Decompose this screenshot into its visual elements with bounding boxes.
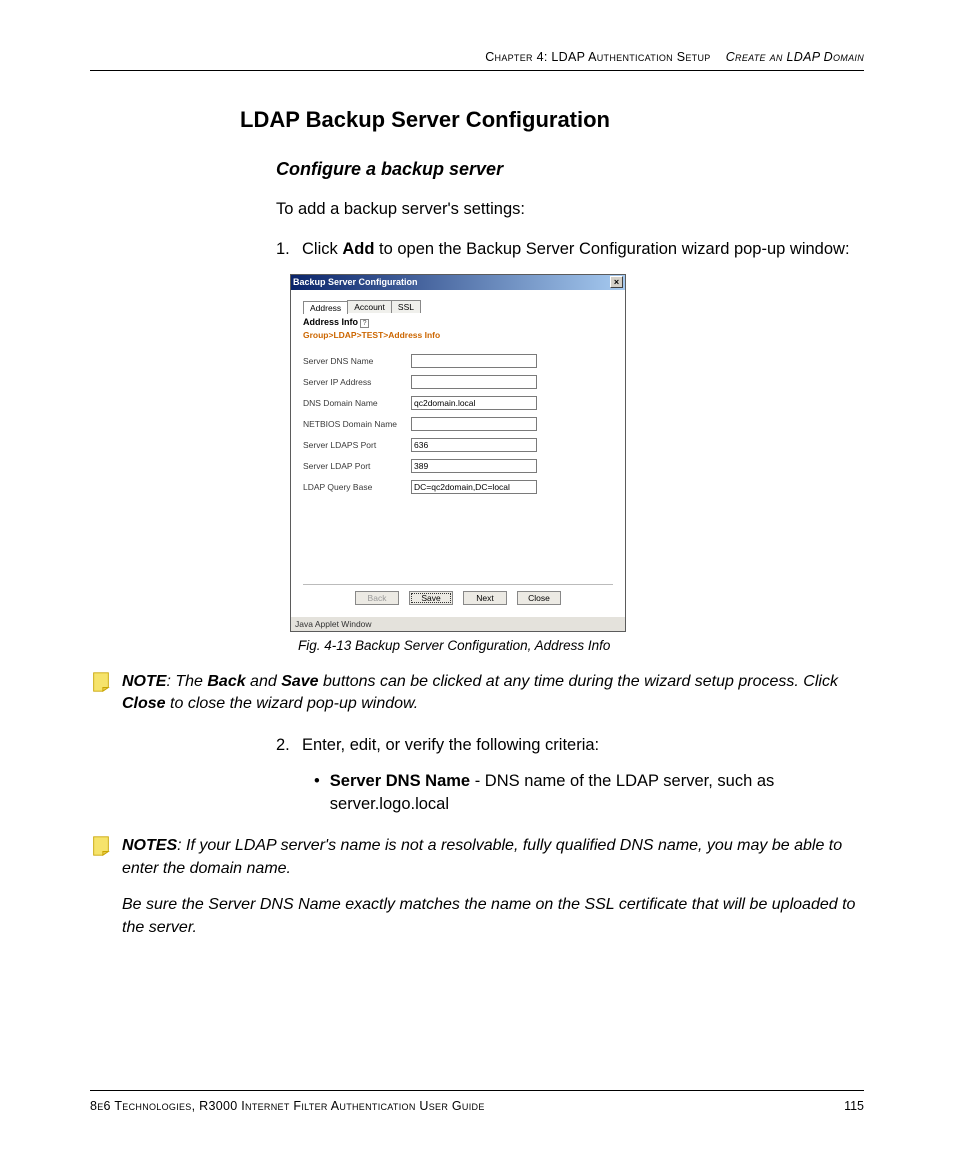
input-server-ip[interactable] xyxy=(411,375,537,389)
dialog-tabs: Address Account SSL xyxy=(303,300,613,313)
dialog-title: Backup Server Configuration xyxy=(293,277,418,287)
section-label: Address Info xyxy=(303,317,358,327)
breadcrumb: Group>LDAP>TEST>Address Info xyxy=(303,330,613,340)
bullet-server-dns: • Server DNS Name - DNS name of the LDAP… xyxy=(314,770,864,818)
step-1: 1. Click Add to open the Backup Server C… xyxy=(276,238,864,262)
input-ldap-port[interactable] xyxy=(411,459,537,473)
close-icon[interactable]: × xyxy=(610,276,623,288)
header-section: Create an LDAP Domain xyxy=(726,50,864,64)
row-dns-domain: DNS Domain Name xyxy=(303,396,613,410)
row-ldap-port: Server LDAP Port xyxy=(303,459,613,473)
figure-wrap: Backup Server Configuration × Address Ac… xyxy=(290,274,864,653)
input-server-dns-name[interactable] xyxy=(411,354,537,368)
tab-account[interactable]: Account xyxy=(347,300,392,313)
applet-status: Java Applet Window xyxy=(291,617,625,631)
tab-address[interactable]: Address xyxy=(303,301,348,314)
page-number: 115 xyxy=(844,1099,864,1113)
row-ldaps-port: Server LDAPS Port xyxy=(303,438,613,452)
row-netbios: NETBIOS Domain Name xyxy=(303,417,613,431)
help-icon[interactable]: ? xyxy=(360,319,369,328)
note-2: NOTES: If your LDAP server's name is not… xyxy=(90,835,864,939)
dialog-footer: Back Save Next Close xyxy=(303,584,613,613)
row-server-ip: Server IP Address xyxy=(303,375,613,389)
figure-caption: Fig. 4-13 Backup Server Configuration, A… xyxy=(298,638,864,653)
input-ldaps-port[interactable] xyxy=(411,438,537,452)
tab-ssl[interactable]: SSL xyxy=(391,300,421,313)
heading-1: LDAP Backup Server Configuration xyxy=(240,107,864,133)
row-server-dns-name: Server DNS Name xyxy=(303,354,613,368)
close-button[interactable]: Close xyxy=(517,591,561,605)
note-icon xyxy=(90,835,112,939)
row-query-base: LDAP Query Base xyxy=(303,480,613,494)
input-dns-domain[interactable] xyxy=(411,396,537,410)
next-button[interactable]: Next xyxy=(463,591,507,605)
page-footer: 8e6 Technologies, R3000 Internet Filter … xyxy=(90,1090,864,1113)
back-button[interactable]: Back xyxy=(355,591,399,605)
heading-2: Configure a backup server xyxy=(276,159,864,180)
intro-paragraph: To add a backup server's settings: xyxy=(276,198,864,222)
footer-left: 8e6 Technologies, R3000 Internet Filter … xyxy=(90,1099,485,1113)
step-2: 2. Enter, edit, or verify the following … xyxy=(276,734,864,758)
header-chapter: Chapter 4: LDAP Authentication Setup xyxy=(485,50,710,64)
input-netbios[interactable] xyxy=(411,417,537,431)
note-icon xyxy=(90,671,112,716)
dialog-titlebar: Backup Server Configuration × xyxy=(291,275,625,290)
backup-server-dialog: Backup Server Configuration × Address Ac… xyxy=(290,274,626,632)
input-query-base[interactable] xyxy=(411,480,537,494)
save-button[interactable]: Save xyxy=(409,591,453,605)
running-header: Chapter 4: LDAP Authentication Setup Cre… xyxy=(90,50,864,71)
note-1: NOTE: The Back and Save buttons can be c… xyxy=(90,671,864,716)
